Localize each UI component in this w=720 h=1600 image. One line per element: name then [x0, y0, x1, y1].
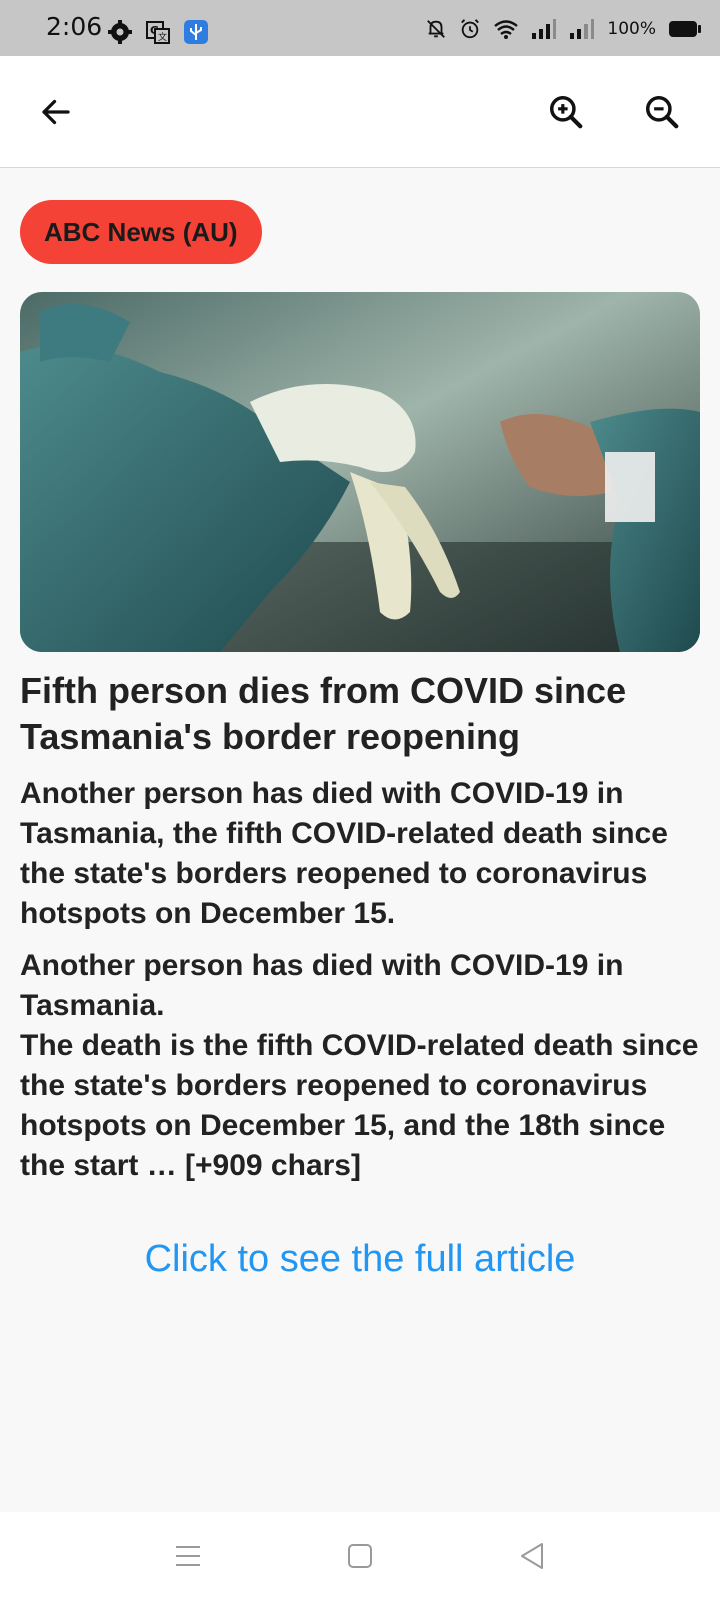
alarm-icon: [461, 19, 480, 39]
svg-text:文: 文: [158, 31, 167, 43]
zoom-in-icon: [550, 96, 583, 129]
system-nav-bar: [0, 1512, 720, 1600]
article-image: [20, 292, 700, 652]
status-icons-left: G 文: [108, 20, 208, 44]
translate-icon: G 文: [146, 21, 170, 44]
top-app-bar: [0, 56, 720, 168]
status-icons-right: 100%: [425, 18, 702, 40]
usb-icon: [184, 20, 208, 44]
status-time: 2:06: [46, 12, 103, 41]
zoom-out-button[interactable]: [634, 84, 690, 140]
article-body-line: The death is the fifth COVID-related dea…: [20, 1029, 699, 1182]
nav-home-button[interactable]: [340, 1540, 380, 1572]
full-article-link[interactable]: Click to see the full article: [20, 1238, 700, 1281]
nav-back-button[interactable]: [512, 1540, 552, 1572]
back-button[interactable]: [28, 84, 84, 140]
signal-icon: [570, 19, 595, 39]
article-description: Another person has died with COVID-19 in…: [20, 777, 668, 930]
source-chip[interactable]: ABC News (AU): [20, 200, 262, 264]
menu-icon: [176, 1546, 200, 1566]
signal-icon: [532, 19, 557, 39]
battery-icon: [669, 21, 701, 37]
battery-percent: 100%: [607, 19, 656, 39]
wifi-icon: [494, 20, 519, 39]
article-body-line: Another person has died with COVID-19 in…: [20, 949, 624, 1022]
square-icon: [348, 1544, 372, 1568]
arrow-left-icon: [42, 99, 70, 125]
nav-recents-button[interactable]: [168, 1540, 208, 1572]
zoom-in-button[interactable]: [538, 84, 594, 140]
zoom-out-icon: [646, 96, 679, 129]
bell-off-icon: [427, 20, 446, 38]
article-content: ABC News (AU) Fifth person dies from COV…: [20, 200, 700, 1281]
triangle-back-icon: [521, 1543, 543, 1569]
status-bar: 2:06 G 文: [0, 0, 720, 56]
settings-gear-icon: [108, 20, 132, 44]
article-body: Another person has died with COVID-19 in…: [20, 946, 700, 1186]
article-title: Fifth person dies from COVID since Tasma…: [20, 670, 627, 757]
